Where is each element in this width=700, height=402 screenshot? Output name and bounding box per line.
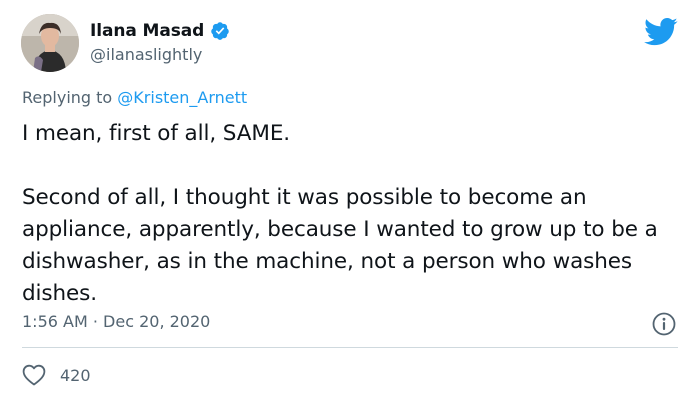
display-name[interactable]: Ilana Masad	[90, 21, 204, 41]
reply-to-link[interactable]: @Kristen_Arnett	[117, 88, 247, 107]
tweet-card: Ilana Masad @ilanaslightly Replying to @…	[0, 0, 700, 402]
like-button[interactable]: 420	[22, 364, 91, 386]
twitter-bird-icon[interactable]	[644, 17, 678, 47]
divider	[22, 347, 678, 348]
tweet-date[interactable]: Dec 20, 2020	[103, 312, 210, 331]
verified-badge-icon	[210, 21, 230, 41]
name-row: Ilana Masad	[90, 21, 230, 41]
avatar-image	[21, 14, 79, 72]
reply-context: Replying to @Kristen_Arnett	[22, 88, 247, 107]
tweet-text: I mean, first of all, SAME. Second of al…	[22, 121, 658, 306]
avatar[interactable]	[21, 14, 79, 72]
reply-prefix: Replying to	[22, 88, 118, 107]
tweet-meta: 1:56 AM · Dec 20, 2020	[22, 312, 210, 331]
like-count: 420	[60, 365, 91, 385]
info-icon[interactable]	[651, 311, 677, 337]
author-handle[interactable]: @ilanaslightly	[90, 45, 202, 64]
tweet-time[interactable]: 1:56 AM	[22, 312, 88, 331]
meta-separator: ·	[92, 312, 98, 331]
heart-icon	[22, 364, 46, 386]
